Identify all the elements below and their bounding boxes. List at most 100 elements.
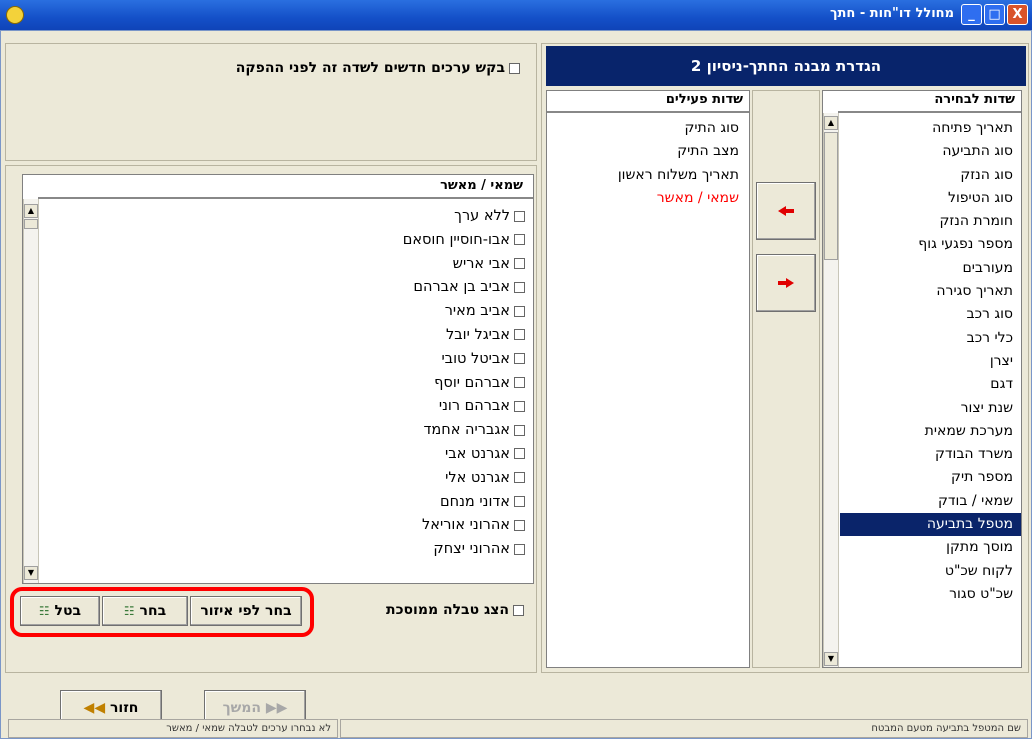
- value-checkbox[interactable]: [514, 258, 525, 270]
- available-field-item[interactable]: מוסך מתקן: [840, 536, 1021, 559]
- value-checkbox[interactable]: [514, 377, 525, 389]
- scroll-down-icon[interactable]: ▼: [824, 652, 838, 666]
- available-field-item[interactable]: כלי רכב: [840, 327, 1021, 350]
- value-checkbox[interactable]: [514, 496, 525, 508]
- value-item[interactable]: אביטל טובי: [40, 348, 533, 372]
- available-fields-header: שדות לבחירה: [838, 91, 1021, 113]
- values-scrollbar[interactable]: [23, 199, 39, 583]
- value-label: אגרנט אבי: [445, 445, 510, 462]
- value-item[interactable]: אביגל יובל: [40, 324, 533, 348]
- value-label: אביב מאיר: [444, 303, 510, 320]
- scroll-up-icon[interactable]: ▲: [24, 204, 38, 218]
- show-nested-table-checkbox[interactable]: [513, 604, 524, 616]
- available-fields-items: תאריך פתיחה סוג התביעה סוג הנזק סוג הטיפול ח…: [840, 117, 1021, 667]
- value-item[interactable]: אבי אריש: [40, 253, 533, 277]
- value-checkbox[interactable]: [514, 234, 525, 246]
- close-button[interactable]: X: [1007, 4, 1028, 25]
- value-item[interactable]: אברהם רוני: [40, 395, 533, 419]
- value-label: אביב בן אברהם: [413, 279, 510, 296]
- value-item[interactable]: אבו-חוסיין חוסאם: [40, 229, 533, 253]
- active-field-item[interactable]: שמאי / מאשר: [547, 187, 747, 210]
- available-field-item[interactable]: מספר תיק: [840, 466, 1021, 489]
- value-checkbox[interactable]: [514, 448, 525, 460]
- value-checkbox[interactable]: [514, 519, 525, 531]
- available-field-item[interactable]: יצרן: [840, 350, 1021, 373]
- value-label: אהרוני אוריאל: [422, 517, 510, 534]
- available-field-item[interactable]: דגם: [840, 373, 1021, 396]
- arrow-column: [752, 90, 820, 668]
- select-button[interactable]: בחר ☷: [102, 596, 188, 626]
- available-field-item[interactable]: שנת יצור: [840, 397, 1021, 420]
- active-field-item[interactable]: סוג התיק: [547, 117, 747, 140]
- available-field-label: תאריך פתיחה: [932, 120, 1013, 136]
- value-checkbox[interactable]: [514, 424, 525, 436]
- available-field-item[interactable]: מטפל בתביעה: [840, 513, 1021, 537]
- available-field-item[interactable]: מספר נפגעי גוף: [840, 233, 1021, 256]
- available-field-item[interactable]: חומרת הנזק: [840, 210, 1021, 233]
- available-field-label: שנת יצור: [960, 399, 1013, 416]
- scroll-thumb[interactable]: [824, 132, 838, 260]
- value-item[interactable]: אביב בן אברהם: [40, 276, 533, 300]
- value-label: אהרוני יצחק: [433, 541, 510, 558]
- available-field-item[interactable]: לקוח שכ"ט: [840, 560, 1021, 583]
- value-item[interactable]: אגרנט אלי: [40, 467, 533, 491]
- available-field-item[interactable]: מערכת שמאית: [840, 420, 1021, 443]
- structure-header: הגדרת מבנה החתך-ניסיון 2: [546, 46, 1026, 86]
- scroll-up-icon[interactable]: ▲: [824, 116, 838, 130]
- value-item[interactable]: אגבריה אחמד: [40, 419, 533, 443]
- available-field-item[interactable]: שמאי / בודק: [840, 490, 1021, 513]
- active-field-label: שמאי / מאשר: [656, 189, 739, 206]
- value-checkbox[interactable]: [514, 305, 525, 317]
- active-field-item[interactable]: תאריך משלוח ראשון: [547, 164, 747, 187]
- value-item[interactable]: ללא ערך: [40, 205, 533, 229]
- available-field-item[interactable]: תאריך פתיחה: [840, 117, 1021, 140]
- available-field-label: סוג הנזק: [960, 166, 1013, 183]
- scroll-thumb[interactable]: [24, 219, 38, 229]
- value-label: אדוני מנחם: [440, 493, 510, 510]
- value-label: אגרנט אלי: [445, 469, 510, 486]
- rewind-icon: ◀◀: [83, 700, 106, 716]
- show-nested-table-label: הצג טבלה ממוסכת: [386, 602, 509, 618]
- value-label: אבו-חוסיין חוסאם: [402, 231, 510, 248]
- value-item[interactable]: אברהם יוסף: [40, 372, 533, 396]
- value-checkbox[interactable]: [514, 329, 525, 341]
- available-field-item[interactable]: סוג רכב: [840, 303, 1021, 326]
- value-checkbox[interactable]: [514, 472, 525, 484]
- available-field-item[interactable]: סוג התביעה: [840, 140, 1021, 163]
- value-label: אגבריה אחמד: [423, 422, 511, 439]
- available-field-item[interactable]: סוג הטיפול: [840, 187, 1021, 210]
- minimize-button[interactable]: _: [961, 4, 982, 25]
- value-item[interactable]: אביב מאיר: [40, 300, 533, 324]
- value-item[interactable]: אגרנט אבי: [40, 443, 533, 467]
- move-right-button[interactable]: [756, 254, 816, 312]
- scroll-down-icon[interactable]: ▼: [24, 566, 38, 580]
- show-nested-table-option[interactable]: הצג טבלה ממוסכת: [300, 602, 524, 624]
- value-checkbox[interactable]: [514, 400, 525, 412]
- available-field-label: לקוח שכ"ט: [944, 562, 1013, 579]
- available-field-item[interactable]: משרד הבודק: [840, 443, 1021, 466]
- value-checkbox[interactable]: [514, 353, 525, 365]
- select-by-region-button[interactable]: בחר לפי איזור: [190, 596, 302, 626]
- value-item[interactable]: אדוני מנחם: [40, 491, 533, 515]
- available-field-label: משרד הבודק: [934, 446, 1013, 463]
- cancel-button[interactable]: בטל ☷: [20, 596, 100, 626]
- value-checkbox[interactable]: [514, 210, 525, 222]
- add-arrow-icon: [778, 278, 794, 288]
- value-item[interactable]: אהרוני אוריאל: [40, 514, 533, 538]
- value-item[interactable]: אהרוני יצחק: [40, 538, 533, 562]
- request-new-values-checkbox[interactable]: [509, 62, 520, 74]
- value-checkbox[interactable]: [514, 543, 525, 555]
- forward-icon: ▶▶: [265, 700, 288, 716]
- available-field-item[interactable]: סוג הנזק: [840, 164, 1021, 187]
- available-field-item[interactable]: תאריך סגירה: [840, 280, 1021, 303]
- request-new-values-option[interactable]: בקש ערכים חדשים לשדה זה לפני ההפקה: [160, 60, 520, 80]
- move-left-button[interactable]: [756, 182, 816, 240]
- available-field-item[interactable]: שכ"ט סגור: [840, 583, 1021, 606]
- window-title: מחולל דו"חות - חתך: [830, 6, 954, 21]
- available-field-item[interactable]: מעורבים: [840, 257, 1021, 280]
- maximize-button[interactable]: □: [984, 4, 1005, 25]
- active-field-item[interactable]: מצב התיק: [547, 140, 747, 163]
- available-field-label: סוג התביעה: [942, 143, 1013, 160]
- value-checkbox[interactable]: [514, 281, 525, 293]
- checklist-icon: ☷: [123, 604, 135, 618]
